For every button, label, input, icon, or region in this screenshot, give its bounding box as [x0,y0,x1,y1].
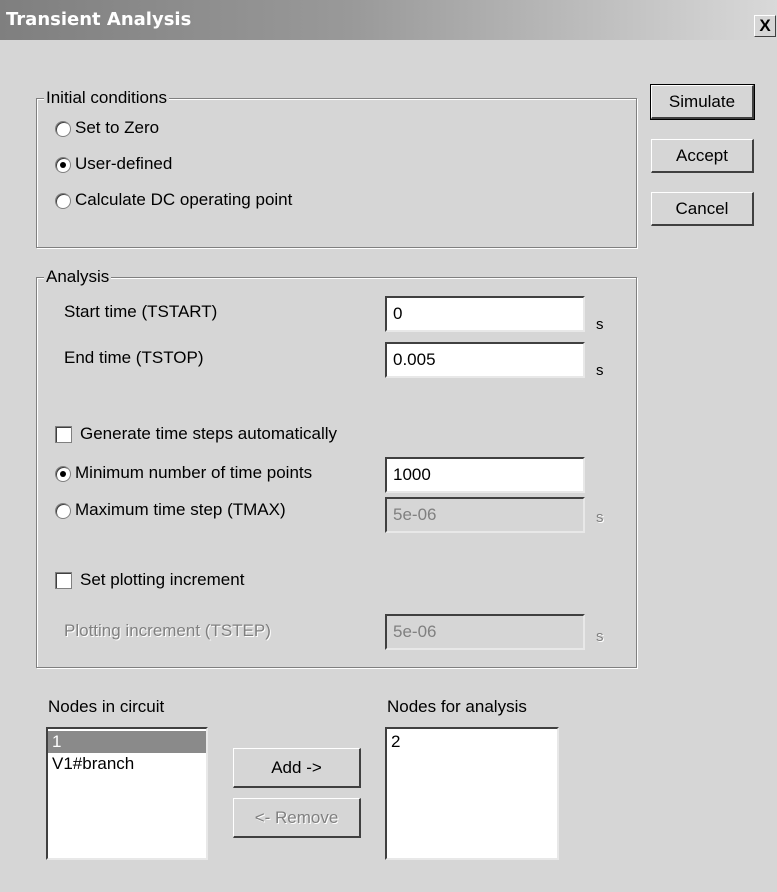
max-step-input[interactable]: 5e-06 [385,497,585,533]
remove-button[interactable]: <- Remove [233,798,361,838]
list-item[interactable]: 2 [387,731,557,753]
radio-calculate-dc-label[interactable]: Calculate DC operating point [75,190,292,210]
tstep-input[interactable]: 5e-06 [385,614,585,650]
tstart-label: Start time (TSTART) [64,302,218,321]
tstop-unit: s [596,362,604,379]
radio-min-points[interactable] [55,466,71,482]
initial-conditions-label: Initial conditions [44,88,169,108]
close-button[interactable]: X [754,15,776,37]
tstart-input[interactable]: 0 [385,296,585,332]
plot-inc-label[interactable]: Set plotting increment [80,570,244,590]
accept-button[interactable]: Accept [651,139,754,173]
max-step-unit: s [596,509,604,526]
auto-steps-label[interactable]: Generate time steps automatically [80,424,337,444]
tstep-label: Plotting increment (TSTEP) [64,621,271,640]
radio-user-defined[interactable] [55,157,71,173]
nodes-for-analysis-label: Nodes for analysis [387,697,527,716]
cancel-button[interactable]: Cancel [651,192,754,226]
analysis-group-label: Analysis [44,267,112,287]
radio-set-to-zero[interactable] [55,121,71,137]
add-button[interactable]: Add -> [233,748,361,788]
radio-user-defined-label[interactable]: User-defined [75,154,172,174]
radio-calculate-dc[interactable] [55,193,71,209]
plot-inc-checkbox[interactable] [55,572,72,589]
window-title: Transient Analysis [6,9,192,30]
title-bar: Transient Analysis X [0,0,777,40]
auto-steps-checkbox[interactable] [55,426,72,443]
min-points-label[interactable]: Minimum number of time points [75,463,312,483]
radio-max-step[interactable] [55,503,71,519]
tstep-unit: s [596,628,604,645]
nodes-for-analysis-list[interactable]: 2 [385,727,559,860]
nodes-in-circuit-label: Nodes in circuit [48,697,165,716]
tstop-input[interactable]: 0.005 [385,342,585,378]
nodes-in-circuit-list[interactable]: 1 V1#branch [46,727,208,860]
radio-set-to-zero-label[interactable]: Set to Zero [75,118,159,138]
list-item[interactable]: 1 [48,731,206,753]
list-item[interactable]: V1#branch [48,753,206,775]
tstop-label: End time (TSTOP) [64,348,204,367]
simulate-button[interactable]: Simulate [650,84,755,120]
max-step-label[interactable]: Maximum time step (TMAX) [75,500,286,520]
min-points-input[interactable]: 1000 [385,457,585,493]
tstart-unit: s [596,316,604,333]
